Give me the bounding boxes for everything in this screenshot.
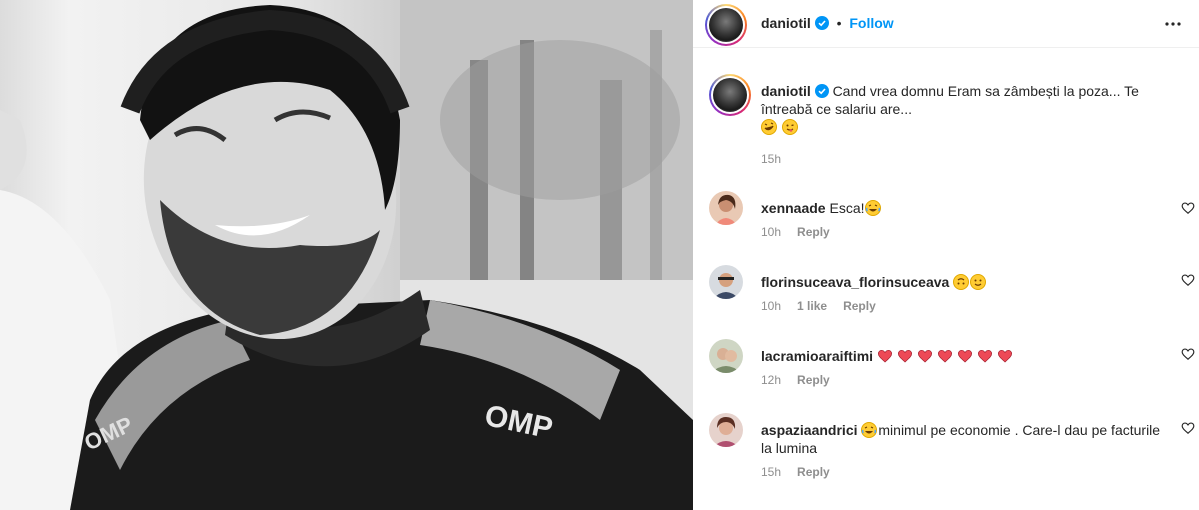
red-heart-emoji-icon bbox=[997, 348, 1013, 364]
comment-time[interactable]: 12h bbox=[761, 373, 781, 387]
comment-text-block: aspaziaandrici minimul pe economie . Car… bbox=[761, 421, 1161, 457]
comment-avatar[interactable] bbox=[709, 339, 743, 373]
comment-item: aspaziaandrici minimul pe economie . Car… bbox=[709, 413, 1199, 493]
comment-meta: 10h Reply bbox=[761, 225, 830, 239]
caption-author-avatar[interactable] bbox=[709, 74, 751, 116]
caption-text-block: daniotil Cand vrea domnu Eram sa zâmbeșt… bbox=[761, 82, 1181, 136]
laughing-tears-emoji-icon bbox=[861, 422, 878, 438]
comment-text-block: lacramioaraiftimi bbox=[761, 347, 1161, 365]
like-comment-heart-icon[interactable] bbox=[1181, 273, 1195, 287]
more-options-icon[interactable] bbox=[1163, 14, 1183, 34]
comment-username[interactable]: xennaade bbox=[761, 200, 826, 216]
comment-text: Esca! bbox=[829, 200, 865, 216]
comment-item: florinsuceava_florinsuceava 10h 1 like Rep… bbox=[709, 265, 1199, 325]
comment-username[interactable]: florinsuceava_florinsuceava bbox=[761, 274, 949, 290]
like-comment-heart-icon[interactable] bbox=[1181, 201, 1195, 215]
upside-down-face-emoji-icon bbox=[953, 274, 970, 290]
comment-username[interactable]: lacramioaraiftimi bbox=[761, 348, 873, 364]
comment-text-block: xennaade Esca! bbox=[761, 199, 1161, 217]
post-photo[interactable]: OMP OMP bbox=[0, 0, 693, 510]
comment-avatar[interactable] bbox=[709, 413, 743, 447]
reply-button[interactable]: Reply bbox=[797, 373, 830, 387]
slight-smile-emoji-icon bbox=[970, 274, 987, 290]
verified-badge-icon bbox=[814, 84, 829, 98]
red-heart-emoji-icon bbox=[877, 348, 893, 364]
reply-button[interactable]: Reply bbox=[797, 465, 830, 479]
author-username[interactable]: daniotil bbox=[761, 15, 811, 31]
red-heart-emoji-icon bbox=[937, 348, 953, 364]
caption-timestamp[interactable]: 15h bbox=[761, 152, 781, 166]
post-side-panel: daniotil • Follow daniotil Cand vrea dom… bbox=[693, 0, 1199, 510]
comment-avatar[interactable] bbox=[709, 191, 743, 225]
comment-meta: 10h 1 like Reply bbox=[761, 299, 876, 313]
post-photo-illustration: OMP OMP bbox=[0, 0, 693, 510]
red-heart-emoji-icon bbox=[957, 348, 973, 364]
comment-likes-count[interactable]: 1 like bbox=[797, 299, 827, 313]
separator-dot: • bbox=[836, 15, 842, 31]
comment-item: lacramioaraiftimi 12h Reply bbox=[709, 339, 1199, 399]
rolling-laughing-emoji-icon bbox=[761, 119, 777, 135]
comment-avatar[interactable] bbox=[709, 265, 743, 299]
comment-time[interactable]: 15h bbox=[761, 465, 781, 479]
red-heart-emoji-icon bbox=[977, 348, 993, 364]
comment-time[interactable]: 10h bbox=[761, 299, 781, 313]
comment-item: xennaade Esca! 10h Reply bbox=[709, 191, 1199, 251]
comment-time[interactable]: 10h bbox=[761, 225, 781, 239]
caption-username[interactable]: daniotil bbox=[761, 83, 811, 99]
like-comment-heart-icon[interactable] bbox=[1181, 347, 1195, 361]
reply-button[interactable]: Reply bbox=[843, 299, 876, 313]
like-comment-heart-icon[interactable] bbox=[1181, 421, 1195, 435]
comment-text-block: florinsuceava_florinsuceava bbox=[761, 273, 1161, 291]
hearts-emoji-row bbox=[877, 348, 1017, 364]
post-header: daniotil • Follow bbox=[693, 0, 1199, 48]
author-avatar[interactable] bbox=[705, 4, 747, 46]
comment-meta: 15h Reply bbox=[761, 465, 830, 479]
winking-tongue-emoji-icon bbox=[781, 119, 798, 135]
follow-button[interactable]: Follow bbox=[849, 15, 893, 31]
red-heart-emoji-icon bbox=[917, 348, 933, 364]
comment-meta: 12h Reply bbox=[761, 373, 830, 387]
red-heart-emoji-icon bbox=[897, 348, 913, 364]
comment-username[interactable]: aspaziaandrici bbox=[761, 422, 858, 438]
reply-button[interactable]: Reply bbox=[797, 225, 830, 239]
laughing-tears-emoji-icon bbox=[864, 200, 881, 216]
verified-badge-icon bbox=[814, 16, 829, 30]
